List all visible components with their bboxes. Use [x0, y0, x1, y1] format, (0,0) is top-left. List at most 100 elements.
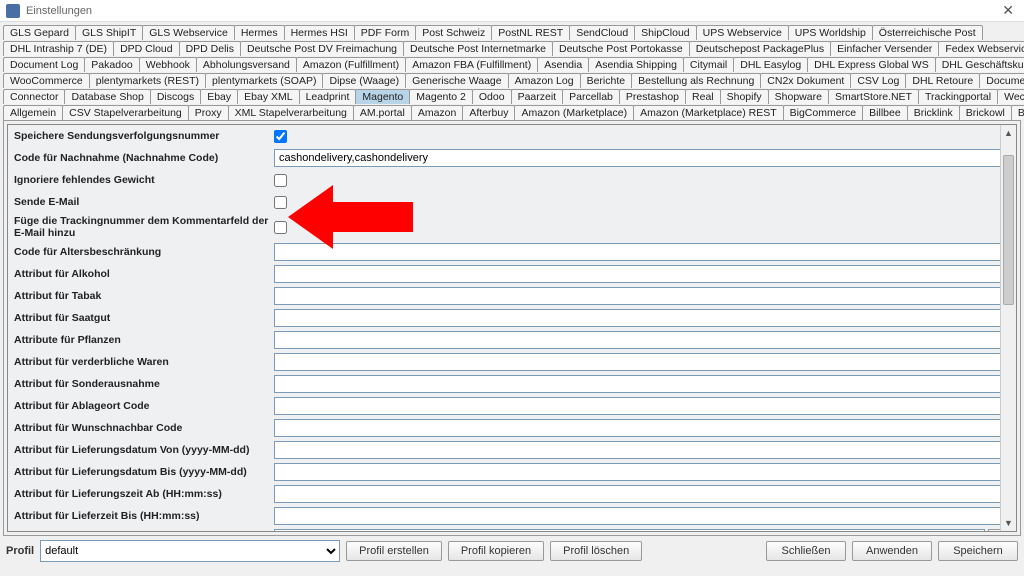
- tab-cn2x-dokument[interactable]: CN2x Dokument: [760, 73, 851, 88]
- field-input[interactable]: [274, 287, 1010, 305]
- tab-deutsche-post-internetmarke[interactable]: Deutsche Post Internetmarke: [403, 41, 553, 56]
- tab-deutschepost-packageplus[interactable]: Deutschepost PackagePlus: [689, 41, 831, 56]
- field-input[interactable]: [274, 507, 1010, 525]
- tab-proxy[interactable]: Proxy: [188, 105, 229, 120]
- tab-asendia-shipping[interactable]: Asendia Shipping: [588, 57, 684, 72]
- tab-hermes[interactable]: Hermes: [234, 25, 285, 40]
- field-checkbox[interactable]: [274, 221, 287, 234]
- tab-magento-2[interactable]: Magento 2: [409, 89, 473, 104]
- close-button[interactable]: Schließen: [766, 541, 846, 561]
- tab-leadprint[interactable]: Leadprint: [299, 89, 357, 104]
- tab-trackingportal[interactable]: Trackingportal: [918, 89, 998, 104]
- profile-copy-button[interactable]: Profil kopieren: [448, 541, 544, 561]
- tab-document-log[interactable]: Document Log: [3, 57, 85, 72]
- field-checkbox[interactable]: [274, 130, 287, 143]
- tab-csv-stapelverarbeitung[interactable]: CSV Stapelverarbeitung: [62, 105, 189, 120]
- tab-amazon-marketplace-rest[interactable]: Amazon (Marketplace) REST: [633, 105, 784, 120]
- tab-generische-waage[interactable]: Generische Waage: [405, 73, 509, 88]
- tab-brickscout[interactable]: Brickscout: [1011, 105, 1024, 120]
- tab-shopify[interactable]: Shopify: [720, 89, 769, 104]
- save-button[interactable]: Speichern: [938, 541, 1018, 561]
- scroll-thumb[interactable]: [1003, 155, 1014, 305]
- tab-gls-webservice[interactable]: GLS Webservice: [142, 25, 235, 40]
- tab-amazon-fba-fulfillment-[interactable]: Amazon FBA (Fulfillment): [405, 57, 538, 72]
- tab-dpd-delis[interactable]: DPD Delis: [179, 41, 241, 56]
- profile-select[interactable]: default: [40, 540, 340, 562]
- field-input[interactable]: [274, 309, 1010, 327]
- profile-delete-button[interactable]: Profil löschen: [550, 541, 642, 561]
- field-input[interactable]: [274, 419, 1010, 437]
- scroll-down-icon[interactable]: ▼: [1001, 515, 1016, 531]
- tab--sterreichische-post[interactable]: Österreichische Post: [872, 25, 983, 40]
- tab-shipcloud[interactable]: ShipCloud: [634, 25, 696, 40]
- tab-ups-webservice[interactable]: UPS Webservice: [696, 25, 789, 40]
- tab-database-shop[interactable]: Database Shop: [64, 89, 150, 104]
- tab-shopware[interactable]: Shopware: [768, 89, 829, 104]
- tab-bestellung-als-rechnung[interactable]: Bestellung als Rechnung: [631, 73, 761, 88]
- tab-abholungsversand[interactable]: Abholungsversand: [196, 57, 297, 72]
- tab-amazon-fulfillment-[interactable]: Amazon (Fulfillment): [296, 57, 406, 72]
- field-input[interactable]: [274, 243, 1010, 261]
- apply-button[interactable]: Anwenden: [852, 541, 932, 561]
- field-input[interactable]: [274, 463, 1010, 481]
- tab-weclapp[interactable]: Weclapp: [997, 89, 1024, 104]
- tab-allgemein[interactable]: Allgemein: [3, 105, 63, 120]
- tab-dhl-express-global-ws[interactable]: DHL Express Global WS: [807, 57, 936, 72]
- tab-am-portal[interactable]: AM.portal: [353, 105, 412, 120]
- tab-bigcommerce[interactable]: BigCommerce: [783, 105, 864, 120]
- profile-create-button[interactable]: Profil erstellen: [346, 541, 442, 561]
- tab-ebay-xml[interactable]: Ebay XML: [237, 89, 299, 104]
- tab-afterbuy[interactable]: Afterbuy: [462, 105, 515, 120]
- tab-pdf-form[interactable]: PDF Form: [354, 25, 416, 40]
- field-input[interactable]: [274, 331, 1010, 349]
- tab-deutsche-post-dv-freimachung[interactable]: Deutsche Post DV Freimachung: [240, 41, 404, 56]
- tab-fedex-webservice[interactable]: Fedex Webservice: [938, 41, 1024, 56]
- tab-billbee[interactable]: Billbee: [862, 105, 908, 120]
- field-input[interactable]: [274, 375, 1010, 393]
- tab-real[interactable]: Real: [685, 89, 721, 104]
- tab-bricklink[interactable]: Bricklink: [907, 105, 960, 120]
- tab-asendia[interactable]: Asendia: [537, 57, 589, 72]
- tab-discogs[interactable]: Discogs: [150, 89, 201, 104]
- tab-dhl-easylog[interactable]: DHL Easylog: [733, 57, 808, 72]
- tab-odoo[interactable]: Odoo: [472, 89, 512, 104]
- tab-paarzeit[interactable]: Paarzeit: [511, 89, 564, 104]
- tab-pakadoo[interactable]: Pakadoo: [84, 57, 139, 72]
- tab-dpd-cloud[interactable]: DPD Cloud: [113, 41, 180, 56]
- tab-parcellab[interactable]: Parcellab: [562, 89, 620, 104]
- tab-plentymarkets-soap-[interactable]: plentymarkets (SOAP): [205, 73, 323, 88]
- tab-woocommerce[interactable]: WooCommerce: [3, 73, 90, 88]
- status-list-textarea[interactable]: [274, 529, 985, 532]
- tab-webhook[interactable]: Webhook: [139, 57, 197, 72]
- tab-plentymarkets-rest-[interactable]: plentymarkets (REST): [89, 73, 206, 88]
- tab-deutsche-post-portokasse[interactable]: Deutsche Post Portokasse: [552, 41, 690, 56]
- close-icon[interactable]: ✕: [998, 2, 1018, 19]
- field-input[interactable]: [274, 353, 1010, 371]
- field-input[interactable]: [274, 149, 1010, 167]
- tab-smartstore-net[interactable]: SmartStore.NET: [828, 89, 919, 104]
- tab-dhl-intraship-7-de-[interactable]: DHL Intraship 7 (DE): [3, 41, 114, 56]
- tab-amazon-marketplace-[interactable]: Amazon (Marketplace): [514, 105, 634, 120]
- tab-ebay[interactable]: Ebay: [200, 89, 238, 104]
- field-checkbox[interactable]: [274, 196, 287, 209]
- tab-hermes-hsi[interactable]: Hermes HSI: [284, 25, 355, 40]
- tab-citymail[interactable]: Citymail: [683, 57, 734, 72]
- tab-connector[interactable]: Connector: [3, 89, 65, 104]
- tab-dipse-waage-[interactable]: Dipse (Waage): [322, 73, 406, 88]
- tab-csv-log[interactable]: CSV Log: [850, 73, 906, 88]
- tab-gls-gepard[interactable]: GLS Gepard: [3, 25, 76, 40]
- field-checkbox[interactable]: [274, 174, 287, 187]
- field-input[interactable]: [274, 265, 1010, 283]
- field-input[interactable]: [274, 397, 1010, 415]
- tab-sendcloud[interactable]: SendCloud: [569, 25, 635, 40]
- tab-postnl-rest[interactable]: PostNL REST: [491, 25, 570, 40]
- tab-gls-shipit[interactable]: GLS ShipIT: [75, 25, 143, 40]
- tab-magento[interactable]: Magento: [355, 89, 410, 104]
- field-input[interactable]: [274, 485, 1010, 503]
- tab-dhl-retoure[interactable]: DHL Retoure: [905, 73, 980, 88]
- tab-xml-stapelverarbeitung[interactable]: XML Stapelverarbeitung: [228, 105, 354, 120]
- tab-prestashop[interactable]: Prestashop: [619, 89, 686, 104]
- tab-einfacher-versender[interactable]: Einfacher Versender: [830, 41, 939, 56]
- scroll-up-icon[interactable]: ▲: [1001, 125, 1016, 141]
- tab-brickowl[interactable]: Brickowl: [959, 105, 1012, 120]
